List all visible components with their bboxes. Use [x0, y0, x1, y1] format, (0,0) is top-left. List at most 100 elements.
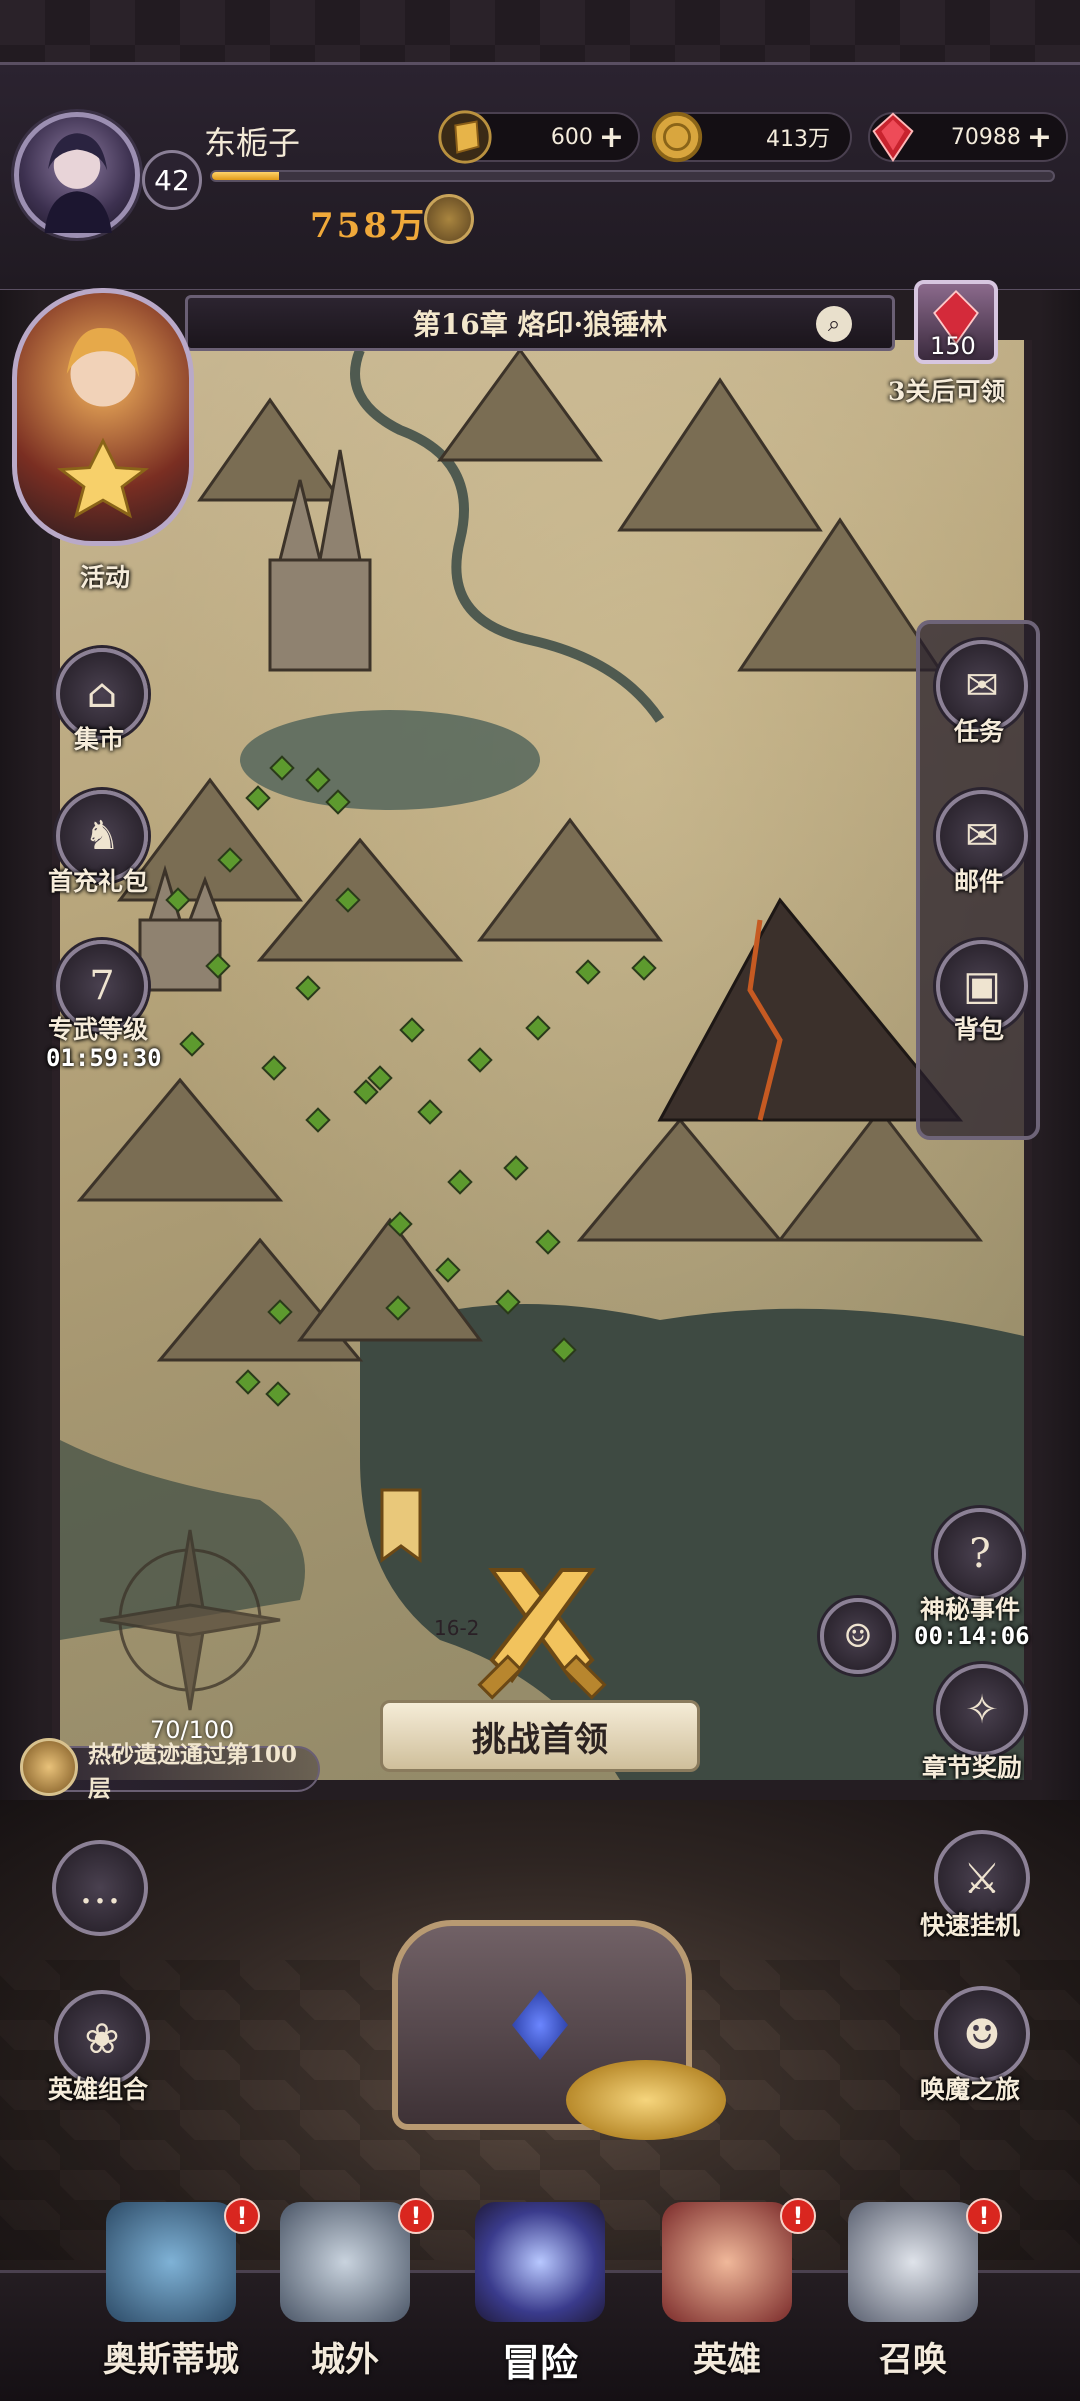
player-avatar[interactable] — [14, 112, 140, 238]
stage-path-dot — [575, 959, 601, 985]
stage-path-dot — [267, 1299, 293, 1325]
gem-value: 70988 — [950, 124, 1021, 150]
stage-path-dot — [305, 1107, 331, 1133]
power-icon — [424, 194, 474, 244]
scroll-reward-icon: ✧ — [965, 1687, 999, 1733]
stage-path-dot — [435, 1257, 461, 1283]
question-mark-icon: ? — [969, 1531, 991, 1577]
crossed-swords-icon[interactable] — [462, 1550, 622, 1710]
coin-pile-icon — [566, 2060, 726, 2140]
coin-icon — [651, 111, 703, 163]
bag-icon: ▣ — [963, 963, 1001, 1009]
currency-gem[interactable]: 70988 + — [868, 112, 1068, 162]
stage-path-dot — [265, 1381, 291, 1407]
stage-path-dot — [305, 767, 331, 793]
nav-adventure-label: 冒险 — [501, 2340, 578, 2385]
stage-path-dot — [179, 1031, 205, 1057]
weapon-level-label: 专武等级 — [48, 1015, 149, 1044]
statue-icon — [848, 2202, 978, 2322]
stage-path-dot — [495, 1289, 521, 1315]
challenge-boss-button[interactable]: 挑战首领 — [380, 1700, 700, 1772]
event-banner[interactable] — [12, 288, 194, 546]
weapon-level-timer: 01:59:30 — [46, 1044, 162, 1072]
mystery-event-button[interactable]: ? — [934, 1508, 1026, 1600]
currency-coin[interactable]: 413万 — [651, 111, 852, 163]
stage-path-dot — [387, 1211, 413, 1237]
stage-path-dot — [399, 1017, 425, 1043]
trial-chest-icon — [20, 1738, 78, 1796]
alert-icon: ! — [398, 2198, 434, 2234]
current-stage-flag-icon[interactable] — [380, 1488, 422, 1563]
xp-fill — [212, 172, 280, 180]
nav-outside-label: 城外 — [311, 2340, 379, 2380]
chat-button[interactable]: … — [52, 1840, 148, 1936]
stage-path-dot — [245, 785, 271, 811]
nav-city[interactable]: ! 奥斯蒂城 — [76, 2192, 266, 2397]
mail-label: 邮件 — [954, 867, 1005, 896]
stage-path-dot — [447, 1169, 473, 1195]
bag-label: 背包 — [954, 1015, 1005, 1044]
trial-text: 热砂遗迹通过第100层 — [88, 1741, 298, 1802]
rabbit-icon: ♞ — [84, 813, 120, 859]
stage-path-dot — [261, 1055, 287, 1081]
gold-bar-icon — [438, 110, 492, 164]
quick-idle-icon: ⚔ — [963, 1853, 1001, 1903]
stage-path-dot — [385, 1295, 411, 1321]
stage-path-dot — [535, 1229, 561, 1255]
chapter-title-bar[interactable]: 第16章 烙印·狼锤林 ⌕ — [185, 295, 895, 351]
scroll-icon: ✉ — [965, 663, 999, 709]
mystery-event-timer: 00:14:06 — [914, 1622, 1030, 1650]
currency-gold-bar[interactable]: 600 + — [438, 110, 640, 164]
nav-city-label: 奥斯蒂城 — [103, 2340, 239, 2380]
nav-heroes-label: 英雄 — [693, 2340, 761, 2380]
mail-icon: ✉ — [965, 813, 999, 859]
quick-idle-label: 快速挂机 — [920, 1911, 1021, 1940]
search-icon[interactable]: ⌕ — [816, 306, 852, 342]
city-icon — [106, 2202, 236, 2322]
player-level-badge: 42 — [142, 150, 202, 210]
stage-path-dot — [631, 955, 657, 981]
summon-journey-label: 唤魔之旅 — [920, 2075, 1021, 2104]
stage-path-dot — [525, 1015, 551, 1041]
portal-icon — [475, 2202, 605, 2322]
gold-bar-value: 600 — [550, 124, 593, 150]
reward-unlock-text: 3关后可领 — [888, 377, 1006, 406]
event-label: 活动 — [80, 563, 131, 592]
nav-summon[interactable]: ! 召唤 — [818, 2192, 1008, 2397]
alert-icon: ! — [966, 2198, 1002, 2234]
nav-heroes[interactable]: ! 英雄 — [632, 2192, 822, 2397]
friends-button[interactable]: ☺ — [820, 1598, 896, 1674]
player-name: 东栀子 — [204, 124, 301, 162]
alert-icon: ! — [780, 2198, 816, 2234]
stage-path-dot — [335, 887, 361, 913]
chapter-reward-button[interactable]: ✧ — [936, 1664, 1028, 1756]
event-hero-icon — [57, 328, 149, 519]
gold-bar-add-button[interactable]: + — [599, 120, 624, 155]
stage-path-dot — [165, 887, 191, 913]
stage-path-dot — [217, 847, 243, 873]
nav-outside[interactable]: ! 城外 — [250, 2192, 440, 2397]
gem-add-button[interactable]: + — [1027, 120, 1052, 155]
chapter-reward-label: 章节奖励 — [922, 1753, 1023, 1782]
power-value: 758万 — [310, 206, 427, 246]
nav-adventure[interactable]: 冒险 — [445, 2192, 635, 2397]
nav-summon-label: 召唤 — [879, 2340, 947, 2380]
reward-gem-count: 150 — [930, 332, 976, 360]
summon-journey-button[interactable]: ☻ — [934, 1986, 1030, 2082]
stage-path-dot — [417, 1099, 443, 1125]
stage-path-dot — [467, 1047, 493, 1073]
demon-girl-icon: ☻ — [963, 2009, 1001, 2059]
hero-icon — [662, 2202, 792, 2322]
market-label: 集市 — [74, 725, 125, 754]
red-gem-icon — [872, 112, 914, 162]
chapter-title: 第16章 烙印·狼锤林 — [412, 308, 668, 341]
hero-combo-icon: ❀ — [84, 2013, 120, 2063]
chat-bubble-icon: … — [79, 1863, 121, 1913]
xp-bar — [210, 170, 1055, 182]
stage-path-dot — [295, 975, 321, 1001]
coin-value: 413万 — [766, 127, 830, 152]
ship-icon — [280, 2202, 410, 2322]
market-stall-icon: ⌂ — [86, 671, 118, 717]
stage-path-dot — [235, 1369, 261, 1395]
weapon-seven-icon: 7 — [89, 963, 115, 1009]
